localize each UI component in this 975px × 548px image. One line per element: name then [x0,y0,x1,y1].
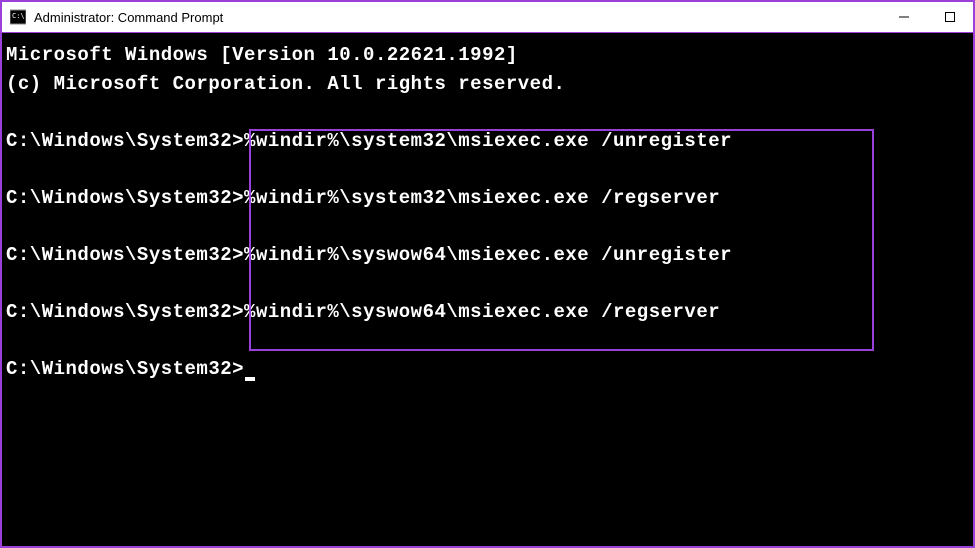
terminal-command: %windir%\syswow64\msiexec.exe /unregiste… [244,244,732,266]
terminal-line: C:\Windows\System32>%windir%\system32\ms… [6,184,969,213]
terminal-line: C:\Windows\System32>%windir%\system32\ms… [6,127,969,156]
terminal-prompt: C:\Windows\System32> [6,244,244,266]
terminal-prompt: C:\Windows\System32> [6,187,244,209]
terminal-command: %windir%\system32\msiexec.exe /regserver [244,187,720,209]
command-prompt-window: C:\ Administrator: Command Prompt Micros… [0,0,975,548]
terminal-blank [6,269,969,298]
terminal-blank [6,155,969,184]
terminal-line: C:\Windows\System32> [6,355,969,384]
terminal-line: C:\Windows\System32>%windir%\syswow64\ms… [6,298,969,327]
terminal-command: %windir%\syswow64\msiexec.exe /regserver [244,301,720,323]
terminal-blank [6,98,969,127]
terminal-command: %windir%\system32\msiexec.exe /unregiste… [244,130,732,152]
terminal-prompt: C:\Windows\System32> [6,301,244,323]
window-title: Administrator: Command Prompt [34,10,881,25]
svg-text:C:\: C:\ [12,12,25,20]
terminal-line: C:\Windows\System32>%windir%\syswow64\ms… [6,241,969,270]
terminal-prompt: C:\Windows\System32> [6,130,244,152]
cursor-icon [245,377,255,381]
titlebar[interactable]: C:\ Administrator: Command Prompt [2,2,973,33]
terminal-blank [6,212,969,241]
terminal-prompt: C:\Windows\System32> [6,358,244,380]
maximize-button[interactable] [927,2,973,32]
terminal-line: (c) Microsoft Corporation. All rights re… [6,70,969,99]
minimize-button[interactable] [881,2,927,32]
terminal-line: Microsoft Windows [Version 10.0.22621.19… [6,41,969,70]
terminal-blank [6,326,969,355]
window-controls [881,2,973,32]
cmd-icon: C:\ [10,9,26,25]
terminal-area[interactable]: Microsoft Windows [Version 10.0.22621.19… [2,33,973,546]
